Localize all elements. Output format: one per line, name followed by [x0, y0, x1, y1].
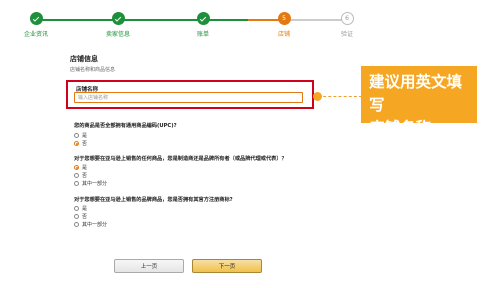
q3-option-no[interactable]: 否	[74, 213, 87, 220]
step-label: 卖家信息	[105, 31, 130, 38]
step-label: 验证	[340, 31, 353, 38]
option-label: 是	[82, 133, 88, 139]
q3-option-yes[interactable]: 是	[74, 205, 87, 212]
callout-line-2: 店铺名称	[369, 119, 432, 137]
step-label: 企业资讯	[23, 31, 48, 38]
option-label: 是	[82, 165, 88, 171]
tip-callout: 建议用英文填写 店铺名称	[361, 66, 477, 137]
q1-option-no[interactable]: 否	[74, 140, 87, 147]
step-label: 账单	[196, 31, 209, 38]
q3-option-partial[interactable]: 其中一部分	[74, 221, 107, 228]
radio-button[interactable]	[74, 181, 79, 186]
step-label: 店铺	[277, 31, 290, 38]
step-billing[interactable]: 账单	[173, 12, 233, 38]
radio-button[interactable]	[74, 133, 79, 138]
q1-option-yes[interactable]: 是	[74, 132, 87, 139]
q2-option-no[interactable]: 否	[74, 172, 87, 179]
section-title: 店铺信息	[70, 55, 98, 63]
option-label: 否	[82, 173, 88, 179]
section-subtitle: 店铺名称和商品信息	[70, 67, 116, 73]
store-name-input[interactable]	[74, 92, 303, 103]
q2-option-yes[interactable]: 是	[74, 164, 87, 171]
step-number: 6	[340, 12, 354, 25]
store-info-form: 店铺信息 店铺名称和商品信息	[70, 54, 330, 73]
step-verification: 6 验证	[317, 12, 377, 38]
step-check-icon	[29, 12, 43, 25]
radio-button[interactable]	[74, 141, 79, 146]
next-page-button[interactable]: 下一页	[192, 259, 262, 273]
radio-button[interactable]	[74, 165, 79, 170]
radio-button[interactable]	[74, 214, 79, 219]
step-store[interactable]: 5 店铺	[254, 12, 314, 38]
previous-page-button[interactable]: 上一页	[114, 259, 184, 273]
option-label: 否	[82, 214, 88, 220]
question-trademark: 对于您想要在亚马逊上销售的品牌商品，您是否拥有其官方注册商标?	[74, 197, 233, 203]
question-upc: 您的商品是否全部拥有通用商品编码(UPC)?	[74, 123, 177, 129]
option-label: 否	[82, 141, 88, 147]
callout-dot	[313, 92, 322, 101]
progress-stepper: 企业资讯 卖家信息 账单 5 店铺 6 验证	[0, 0, 500, 40]
option-label: 是	[82, 206, 88, 212]
step-number: 5	[277, 12, 291, 25]
radio-button[interactable]	[74, 173, 79, 178]
step-check-icon	[196, 12, 210, 25]
radio-button[interactable]	[74, 206, 79, 211]
callout-connector	[318, 96, 362, 97]
callout-line-1: 建议用英文填写	[369, 73, 463, 114]
q2-option-partial[interactable]: 其中一部分	[74, 180, 107, 187]
question-brand-owner: 对于您想要在亚马逊上销售的任何商品，您是制造商还是品牌所有者（或品牌代理或代表）…	[74, 156, 287, 162]
radio-button[interactable]	[74, 222, 79, 227]
step-company-info[interactable]: 企业资讯	[6, 12, 66, 38]
step-check-icon	[111, 12, 125, 25]
step-seller-info[interactable]: 卖家信息	[88, 12, 148, 38]
option-label: 其中一部分	[82, 181, 108, 187]
option-label: 其中一部分	[82, 222, 108, 228]
